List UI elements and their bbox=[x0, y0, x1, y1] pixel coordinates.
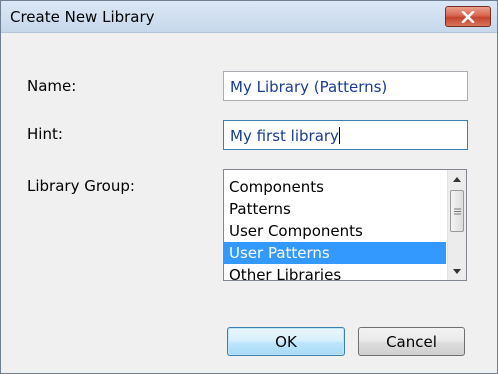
arrow-down-icon bbox=[453, 268, 461, 274]
hint-input-value: My first library bbox=[230, 127, 339, 145]
list-item[interactable]: User Components bbox=[224, 220, 446, 242]
name-input[interactable]: My Library (Patterns) bbox=[223, 71, 468, 101]
name-label: Name: bbox=[27, 77, 77, 95]
library-group-listbox[interactable]: Components Patterns User Components User… bbox=[223, 169, 467, 281]
scroll-up-button[interactable] bbox=[448, 170, 466, 188]
close-icon bbox=[461, 10, 475, 23]
create-library-dialog: Create New Library Name: My Library (Pat… bbox=[0, 0, 498, 374]
text-caret bbox=[338, 127, 340, 144]
library-group-items: Components Patterns User Components User… bbox=[224, 176, 446, 280]
name-input-value: My Library (Patterns) bbox=[230, 78, 388, 96]
list-item[interactable]: Patterns bbox=[224, 198, 446, 220]
hint-label: Hint: bbox=[27, 125, 63, 143]
hint-input[interactable]: My first library bbox=[223, 120, 468, 150]
list-item[interactable]: Other Libraries bbox=[224, 264, 446, 280]
cancel-button[interactable]: Cancel bbox=[358, 327, 465, 356]
listbox-scrollbar[interactable] bbox=[447, 170, 466, 280]
list-item-selected[interactable]: User Patterns bbox=[224, 242, 446, 264]
title-bar[interactable]: Create New Library bbox=[1, 1, 497, 33]
scroll-down-button[interactable] bbox=[448, 262, 466, 280]
dialog-title: Create New Library bbox=[10, 8, 155, 26]
grip-icon bbox=[453, 208, 461, 214]
library-group-label: Library Group: bbox=[27, 177, 135, 195]
arrow-up-icon bbox=[453, 176, 461, 182]
ok-button[interactable]: OK bbox=[227, 327, 345, 356]
close-button[interactable] bbox=[445, 6, 491, 27]
scroll-thumb[interactable] bbox=[450, 190, 464, 232]
list-item[interactable]: Components bbox=[224, 176, 446, 198]
